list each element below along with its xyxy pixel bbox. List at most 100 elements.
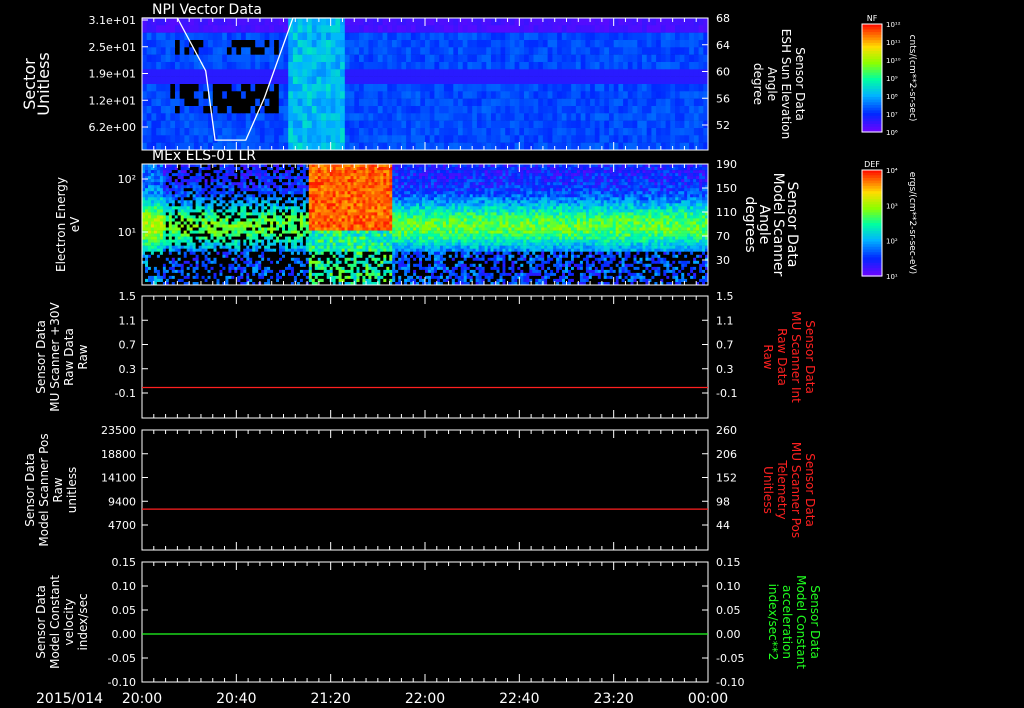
heatmap-cell: [195, 176, 200, 180]
heatmap-cell: [637, 76, 643, 85]
heatmap-cell: [660, 76, 667, 85]
heatmap-cell: [243, 203, 247, 207]
heatmap-cell: [582, 188, 587, 192]
heatmap-cell: [499, 203, 503, 207]
heatmap-cell: [511, 170, 515, 174]
heatmap-cell: [270, 197, 274, 201]
heatmap-cell: [566, 113, 572, 121]
heatmap-cell: [296, 200, 301, 204]
heatmap-cell: [509, 98, 516, 107]
heatmap-cell: [212, 18, 219, 26]
heatmap-cell: [505, 179, 509, 183]
heatmap-cell: [255, 128, 261, 136]
heatmap-cell: [636, 206, 640, 210]
heatmap-cell: [484, 173, 489, 177]
heatmap-cell: [538, 173, 542, 177]
heatmap-cell: [323, 191, 328, 195]
heatmap-cell: [618, 200, 623, 204]
heatmap-cell: [666, 185, 670, 189]
heatmap-cell: [380, 179, 384, 183]
heatmap-cell: [609, 62, 615, 70]
heatmap-cell: [651, 25, 657, 33]
heatmap-cell: [258, 197, 262, 201]
heatmap-cell: [648, 170, 652, 174]
heatmap-cell: [156, 194, 161, 198]
heatmap-cell: [660, 120, 667, 129]
heatmap-cell: [419, 179, 423, 183]
heatmap-cell: [203, 54, 209, 63]
heatmap-cell: [642, 25, 648, 33]
heatmap-cell: [340, 40, 346, 48]
heatmap-cell: [590, 106, 596, 114]
heatmap-cell: [354, 69, 360, 77]
heatmap-cell: [296, 170, 301, 174]
heatmap-cell: [526, 200, 530, 204]
heatmap-cell: [279, 197, 283, 201]
heatmap-cell: [590, 40, 596, 48]
heatmap-cell: [156, 40, 162, 48]
heatmap-cell: [693, 173, 697, 177]
heatmap-cell: [203, 98, 209, 107]
heatmap-cell: [377, 135, 384, 143]
heatmap-cell: [193, 76, 200, 85]
heatmap-cell: [693, 106, 700, 114]
heatmap-cell: [267, 200, 271, 204]
heatmap-cell: [603, 179, 608, 183]
heatmap-cell: [329, 197, 334, 201]
heatmap-cell: [520, 170, 524, 174]
heatmap-cell: [335, 188, 340, 192]
heatmap-cell: [338, 170, 343, 174]
heatmap-cell: [606, 179, 611, 183]
heatmap-cell: [660, 185, 664, 189]
heatmap-cell: [552, 76, 558, 85]
heatmap-cell: [576, 179, 581, 183]
heatmap-cell: [377, 194, 381, 198]
heatmap-cell: [538, 188, 542, 192]
heatmap-cell: [582, 170, 587, 174]
heatmap-cell: [292, 84, 299, 92]
heatmap-cell: [538, 120, 544, 129]
heatmap-cell: [639, 197, 643, 201]
heatmap-cell: [270, 170, 274, 174]
heatmap-cell: [542, 98, 549, 107]
heatmap-cell: [330, 120, 336, 129]
heatmap-cell: [270, 173, 274, 177]
heatmap-cell: [439, 106, 445, 114]
heatmap-cell: [538, 203, 542, 207]
heatmap-cell: [308, 188, 313, 192]
heatmap-cell: [573, 194, 578, 198]
heatmap-cell: [463, 182, 468, 186]
heatmap-cell: [383, 191, 387, 195]
heatmap-cell: [142, 25, 148, 33]
heatmap-cell: [329, 200, 334, 204]
heatmap-cell: [401, 40, 407, 48]
heatmap-cell: [594, 98, 601, 107]
heatmap-cell: [448, 62, 454, 70]
heatmap-cell: [225, 179, 229, 183]
heatmap-cell: [443, 128, 450, 136]
heatmap-cell: [153, 197, 158, 201]
heatmap-cell: [359, 62, 365, 70]
heatmap-cell: [316, 91, 322, 99]
heatmap-cell: [296, 194, 301, 198]
heatmap-cell: [180, 182, 185, 186]
heatmap-cell: [532, 176, 536, 180]
heatmap-cell: [153, 173, 158, 177]
heatmap-cell: [566, 32, 572, 41]
heatmap-cell: [177, 197, 182, 201]
heatmap-cell: [170, 91, 176, 99]
heatmap-cell: [535, 182, 539, 186]
heatmap-cell: [684, 40, 690, 48]
heatmap-cell: [413, 203, 417, 207]
heatmap-cell: [335, 120, 341, 129]
heatmap-cell: [556, 170, 560, 174]
heatmap-cell: [561, 120, 568, 129]
heatmap-cell: [508, 200, 512, 204]
heatmap-cell: [533, 40, 539, 48]
heatmap-cell: [490, 176, 494, 180]
heatmap-cell: [159, 173, 164, 177]
heatmap-cell: [630, 200, 634, 204]
heatmap-cell: [618, 182, 623, 186]
heatmap-cell: [466, 185, 471, 189]
heatmap-cell: [448, 142, 454, 151]
